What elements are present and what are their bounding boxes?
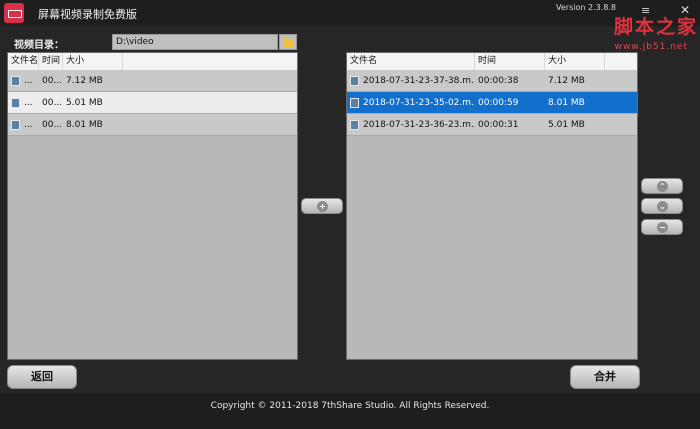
plus-icon: + [317, 201, 328, 212]
copyright-footer: Copyright © 2011-2018 7thShare Studio. A… [0, 393, 700, 429]
add-to-merge-button[interactable]: + [301, 198, 343, 214]
move-up-button[interactable]: ⌃ [641, 178, 683, 194]
version-label: Version 2.3.8.8 [556, 3, 616, 12]
watermark-logo: 脚本之家 [613, 16, 698, 38]
browse-folder-button[interactable] [279, 34, 297, 50]
app-title: 屏幕视频录制免费版 [38, 8, 137, 21]
video-file-icon [11, 119, 20, 130]
video-directory-label: 视频目录： [14, 40, 64, 51]
chevron-up-icon: ⌃ [657, 181, 668, 192]
watermark-url: www.jb51.net [614, 42, 688, 52]
remove-button[interactable]: − [641, 219, 683, 235]
column-time[interactable]: 时间 [475, 53, 545, 70]
table-header: 文件名 时间 大小 [8, 53, 297, 70]
table-row[interactable]: 2018-07-31-23-37-38.m... 00:00:38 7.12 M… [347, 70, 637, 92]
table-row[interactable]: ... 00... 5.01 MB [8, 92, 297, 114]
table-row[interactable]: 2018-07-31-23-36-23.m... 00:00:31 5.01 M… [347, 114, 637, 136]
video-directory-field[interactable]: D:\video [112, 34, 278, 50]
column-size[interactable]: 大小 [545, 53, 605, 70]
video-file-icon [11, 75, 20, 86]
column-name[interactable]: 文件名 [8, 53, 39, 70]
video-file-icon [350, 97, 359, 108]
folder-icon [283, 37, 294, 47]
table-row[interactable]: ... 00... 8.01 MB [8, 114, 297, 136]
video-file-icon [350, 75, 359, 86]
move-down-button[interactable]: ⌄ [641, 198, 683, 214]
column-time[interactable]: 时间 [39, 53, 63, 70]
remove-icon: − [657, 222, 668, 233]
source-file-list[interactable]: 文件名 时间 大小 ... 00... 7.12 MB ... 00... 5.… [7, 52, 298, 360]
merge-button[interactable]: 合并 [570, 365, 640, 389]
chevron-down-icon: ⌄ [657, 201, 668, 212]
table-header: 文件名 时间 大小 [347, 53, 637, 70]
back-button[interactable]: 返回 [7, 365, 77, 389]
table-row-selected[interactable]: 2018-07-31-23-35-02.m... 00:00:59 8.01 M… [347, 92, 637, 114]
video-file-icon [350, 119, 359, 130]
column-size[interactable]: 大小 [63, 53, 123, 70]
merge-file-list[interactable]: 文件名 时间 大小 2018-07-31-23-37-38.m... 00:00… [346, 52, 638, 360]
app-logo-icon [4, 3, 24, 23]
column-name[interactable]: 文件名 [347, 53, 475, 70]
table-row[interactable]: ... 00... 7.12 MB [8, 70, 297, 92]
video-file-icon [11, 97, 20, 108]
